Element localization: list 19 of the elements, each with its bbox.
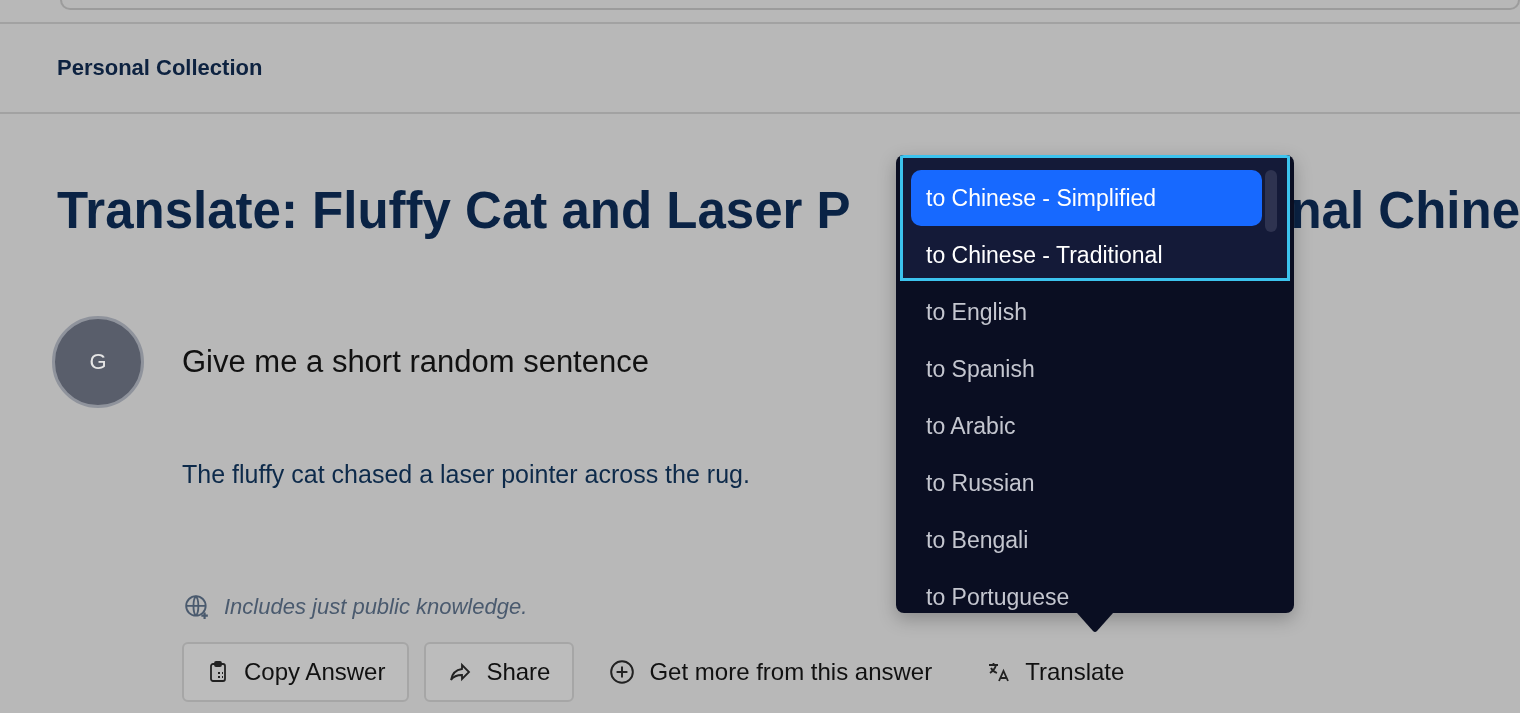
question-text: Give me a short random sentence (182, 344, 649, 380)
language-option[interactable]: to Chinese - Traditional (911, 227, 1262, 284)
language-option[interactable]: to Arabic (911, 398, 1262, 455)
language-option[interactable]: to Bengali (911, 512, 1262, 569)
language-option[interactable]: to English (911, 284, 1262, 341)
page-title: nal Chine (1290, 180, 1520, 240)
language-option[interactable]: to Portuguese (911, 569, 1262, 613)
language-option[interactable]: to Chinese - Simplified (911, 170, 1262, 226)
language-option[interactable]: to Russian (911, 455, 1262, 512)
page-title: Translate: Fluffy Cat and Laser P (57, 180, 851, 240)
copy-answer-button[interactable]: Copy Answer (182, 642, 410, 702)
language-option[interactable]: to Spanish (911, 341, 1262, 398)
translate-button[interactable]: Translate (967, 642, 1145, 702)
avatar: G (52, 316, 144, 408)
share-button[interactable]: Share (424, 642, 575, 702)
breadcrumb[interactable]: Personal Collection (57, 55, 263, 81)
answer-text: The fluffy cat chased a laser pointer across the rug. (182, 460, 750, 489)
source-note: Includes just public knowledge. (224, 594, 528, 620)
get-more-button[interactable]: Get more from this answer (589, 642, 953, 702)
